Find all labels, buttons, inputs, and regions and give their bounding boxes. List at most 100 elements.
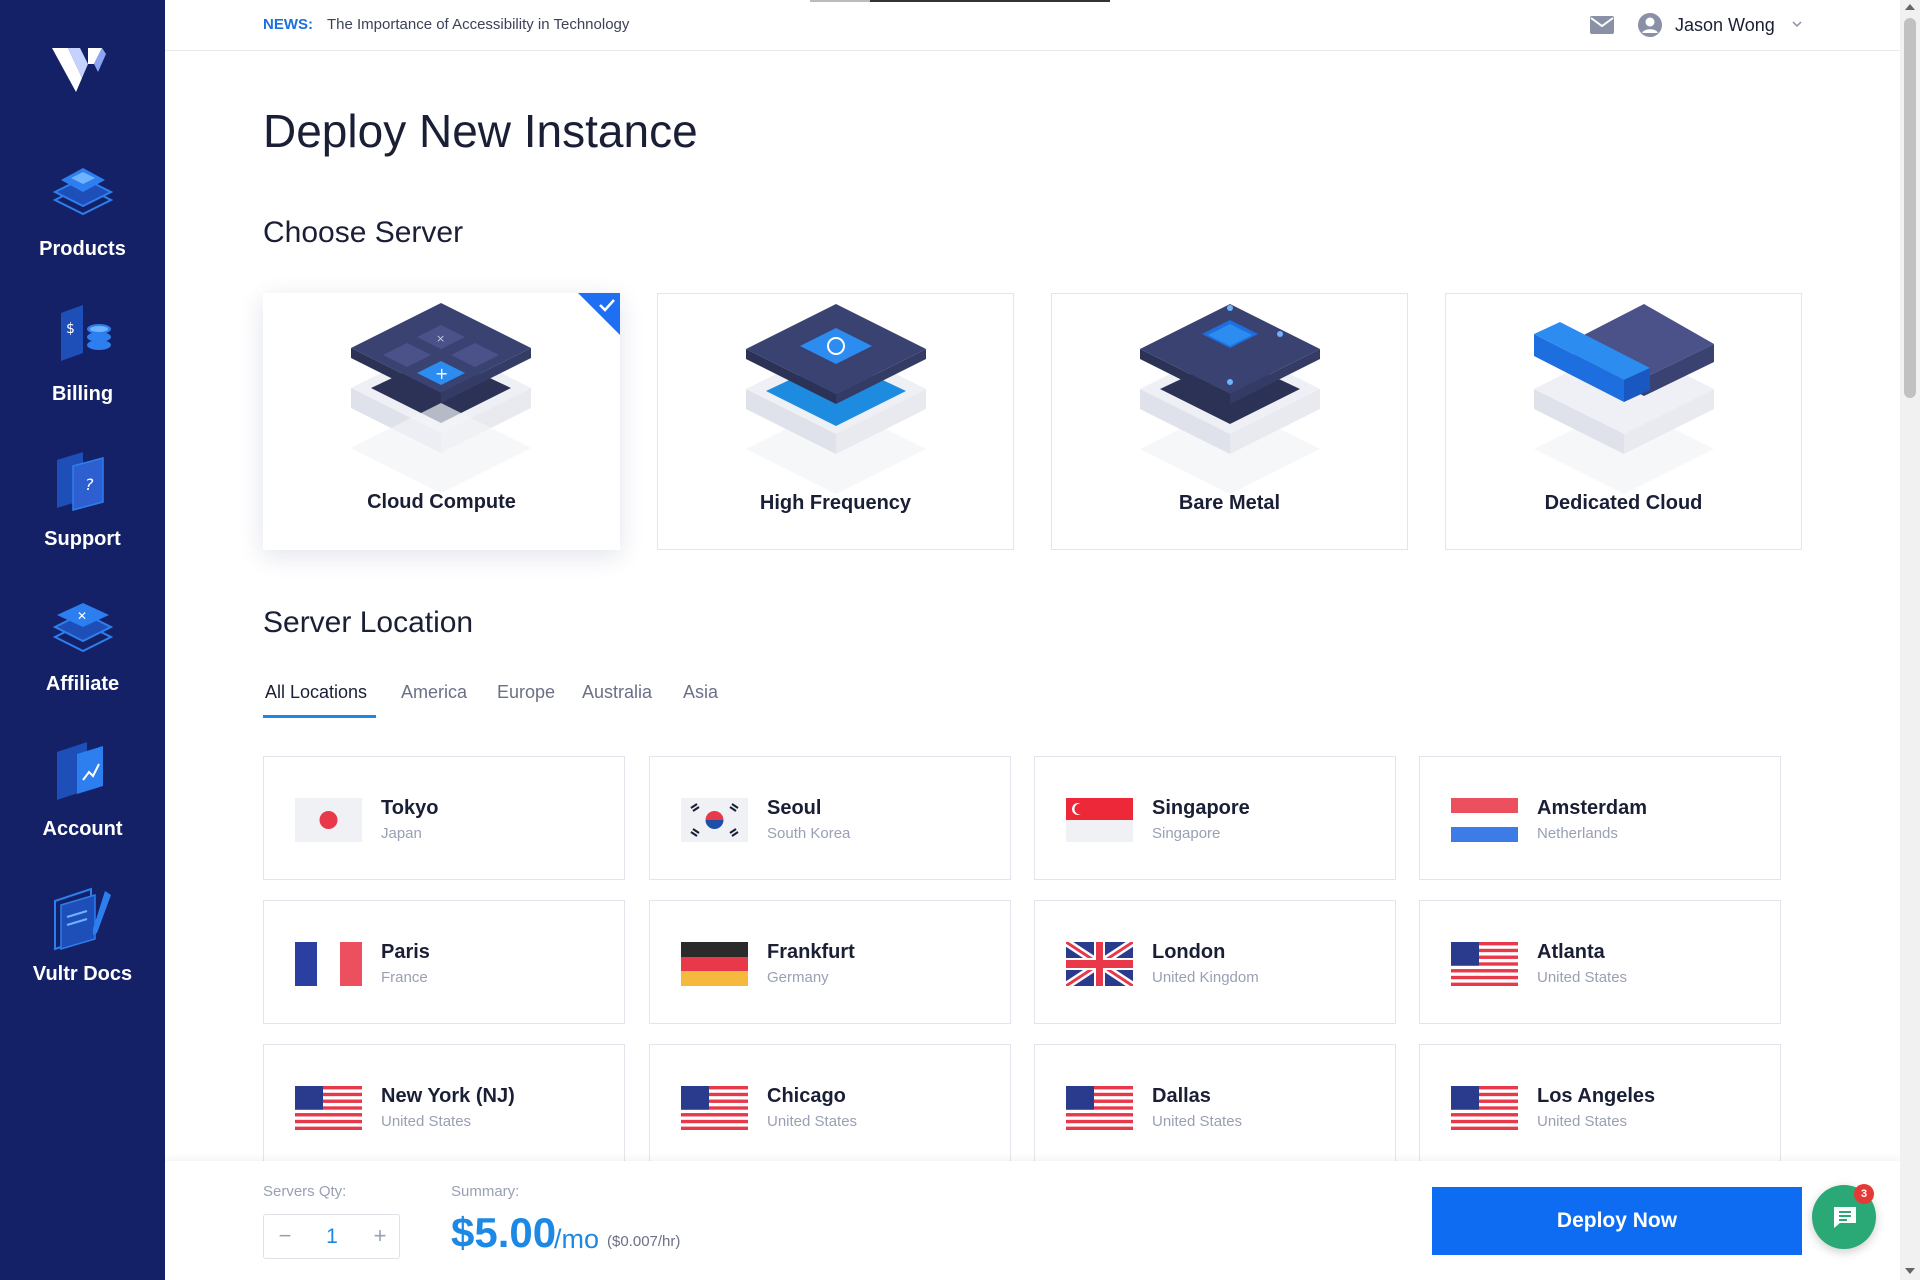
location-city: Paris — [381, 941, 430, 963]
qty-increment-button[interactable]: + — [367, 1223, 393, 1249]
location-card-frankfurt[interactable]: Frankfurt Germany — [649, 900, 1011, 1024]
us-flag — [1451, 942, 1518, 986]
sidebar-item-label: Products — [39, 238, 126, 260]
location-country: United States — [381, 1113, 472, 1130]
chat-notification-badge: 3 — [1854, 1184, 1874, 1204]
location-country: Singapore — [1152, 825, 1221, 842]
server-card-bare-metal[interactable]: Bare Metal — [1051, 293, 1408, 550]
qty-value[interactable]: 1 — [309, 1225, 355, 1249]
server-card-label: Bare Metal — [1178, 492, 1281, 514]
server-card-cloud-compute[interactable]: + × Cloud Compute — [263, 293, 620, 550]
svg-text:+: + — [435, 364, 448, 383]
location-country: United States — [1537, 969, 1628, 986]
us-flag — [681, 1086, 748, 1130]
vultr-logo[interactable] — [50, 44, 110, 99]
hourly-price: ($0.007/hr) — [607, 1233, 681, 1250]
location-city: Atlanta — [1537, 941, 1605, 963]
billing-icon: $ — [61, 305, 111, 361]
location-city: Tokyo — [381, 797, 439, 819]
netherlands-flag — [1451, 798, 1518, 842]
svg-text:✕: ✕ — [77, 609, 87, 623]
server-card-high-frequency[interactable]: High Frequency — [657, 293, 1014, 550]
sidebar-item-vultr-docs[interactable]: Vultr Docs — [0, 883, 165, 1003]
location-country: United Kingdom — [1152, 969, 1259, 986]
location-city: Seoul — [767, 797, 822, 819]
location-card-tokyo[interactable]: Tokyo Japan — [263, 756, 625, 880]
france-flag — [295, 942, 362, 986]
top-bar: NEWS: The Importance of Accessibility in… — [165, 0, 1900, 51]
location-city: Los Angeles — [1537, 1085, 1656, 1107]
tab-all-locations[interactable]: All Locations — [265, 682, 367, 703]
sidebar-item-label: Billing — [51, 383, 114, 405]
sidebar-item-products[interactable]: Products — [0, 158, 165, 278]
sidebar-item-account[interactable]: Account — [0, 738, 165, 858]
location-card-atlanta[interactable]: Atlanta United States — [1419, 900, 1781, 1024]
cloud-compute-illustration: + × — [351, 303, 531, 493]
location-city: Dallas — [1152, 1085, 1211, 1107]
location-card-paris[interactable]: Paris France — [263, 900, 625, 1024]
us-flag — [1066, 1086, 1133, 1130]
svg-text:?: ? — [85, 475, 94, 494]
tab-asia[interactable]: Asia — [683, 682, 718, 703]
svg-text:×: × — [436, 332, 445, 345]
japan-flag — [295, 798, 362, 842]
server-card-label: Cloud Compute — [367, 491, 516, 513]
location-city: Singapore — [1152, 797, 1250, 819]
germany-flag — [681, 942, 748, 986]
location-country: Netherlands — [1537, 825, 1618, 842]
news-headline[interactable]: The Importance of Accessibility in Techn… — [327, 16, 629, 33]
deploy-summary-bar: Servers Qty: − 1 + Summary: $5.00 /mo ($… — [165, 1161, 1900, 1280]
server-location-title: Server Location — [263, 606, 474, 639]
scrollbar-thumb[interactable] — [1904, 18, 1916, 398]
location-country: United States — [1537, 1113, 1628, 1130]
tab-america[interactable]: America — [401, 682, 467, 703]
location-card-seoul[interactable]: Seoul South Korea — [649, 756, 1011, 880]
monthly-price: $5.00 — [451, 1209, 557, 1256]
scroll-down-arrow-icon[interactable] — [1905, 1268, 1915, 1274]
servers-qty-label: Servers Qty: — [263, 1183, 347, 1200]
summary-label: Summary: — [451, 1183, 520, 1200]
location-country: South Korea — [767, 825, 851, 842]
sidebar-item-support[interactable]: ? Support — [0, 448, 165, 568]
user-name[interactable]: Jason Wong — [1675, 15, 1775, 36]
svg-text:$: $ — [66, 321, 75, 337]
servers-qty-stepper: − 1 + — [263, 1214, 400, 1259]
server-card-label: High Frequency — [759, 492, 912, 514]
location-card-dallas[interactable]: Dallas United States — [1034, 1044, 1396, 1168]
location-card-singapore[interactable]: Singapore Singapore — [1034, 756, 1396, 880]
server-card-dedicated-cloud[interactable]: Dedicated Cloud — [1445, 293, 1802, 550]
chevron-down-icon[interactable] — [1791, 18, 1803, 30]
tab-australia[interactable]: Australia — [582, 682, 652, 703]
sidebar-item-label: Account — [42, 818, 123, 840]
deploy-now-button[interactable]: Deploy Now — [1432, 1187, 1802, 1255]
top-progress-indicator-light — [810, 0, 870, 2]
location-city: London — [1152, 941, 1226, 963]
tab-europe[interactable]: Europe — [497, 682, 555, 703]
location-country: Germany — [767, 969, 829, 986]
location-card-amsterdam[interactable]: Amsterdam Netherlands — [1419, 756, 1781, 880]
qty-decrement-button[interactable]: − — [272, 1223, 298, 1249]
scroll-up-arrow-icon[interactable] — [1905, 4, 1915, 10]
us-flag — [295, 1086, 362, 1130]
sidebar-item-billing[interactable]: $ Billing — [0, 303, 165, 423]
bare-metal-illustration — [1140, 304, 1320, 494]
page-scrollbar[interactable] — [1900, 0, 1920, 1280]
high-frequency-illustration — [746, 304, 926, 494]
location-card-chicago[interactable]: Chicago United States — [649, 1044, 1011, 1168]
sidebar-item-affiliate[interactable]: ✕ Affiliate — [0, 593, 165, 713]
choose-server-title: Choose Server — [263, 216, 464, 249]
user-avatar-icon[interactable] — [1637, 12, 1663, 38]
mail-icon[interactable] — [1589, 14, 1615, 36]
account-icon — [57, 742, 103, 800]
location-card-new-york[interactable]: New York (NJ) United States — [263, 1044, 625, 1168]
support-icon: ? — [57, 452, 104, 511]
chat-icon — [1834, 1207, 1856, 1228]
docs-icon — [54, 887, 111, 951]
location-country: United States — [1152, 1113, 1243, 1130]
page-title: Deploy New Instance — [263, 105, 698, 157]
south-korea-flag — [681, 798, 748, 842]
location-country: France — [381, 969, 428, 986]
dedicated-cloud-illustration — [1534, 304, 1714, 494]
location-card-london[interactable]: London United Kingdom — [1034, 900, 1396, 1024]
location-card-los-angeles[interactable]: Los Angeles United States — [1419, 1044, 1781, 1168]
